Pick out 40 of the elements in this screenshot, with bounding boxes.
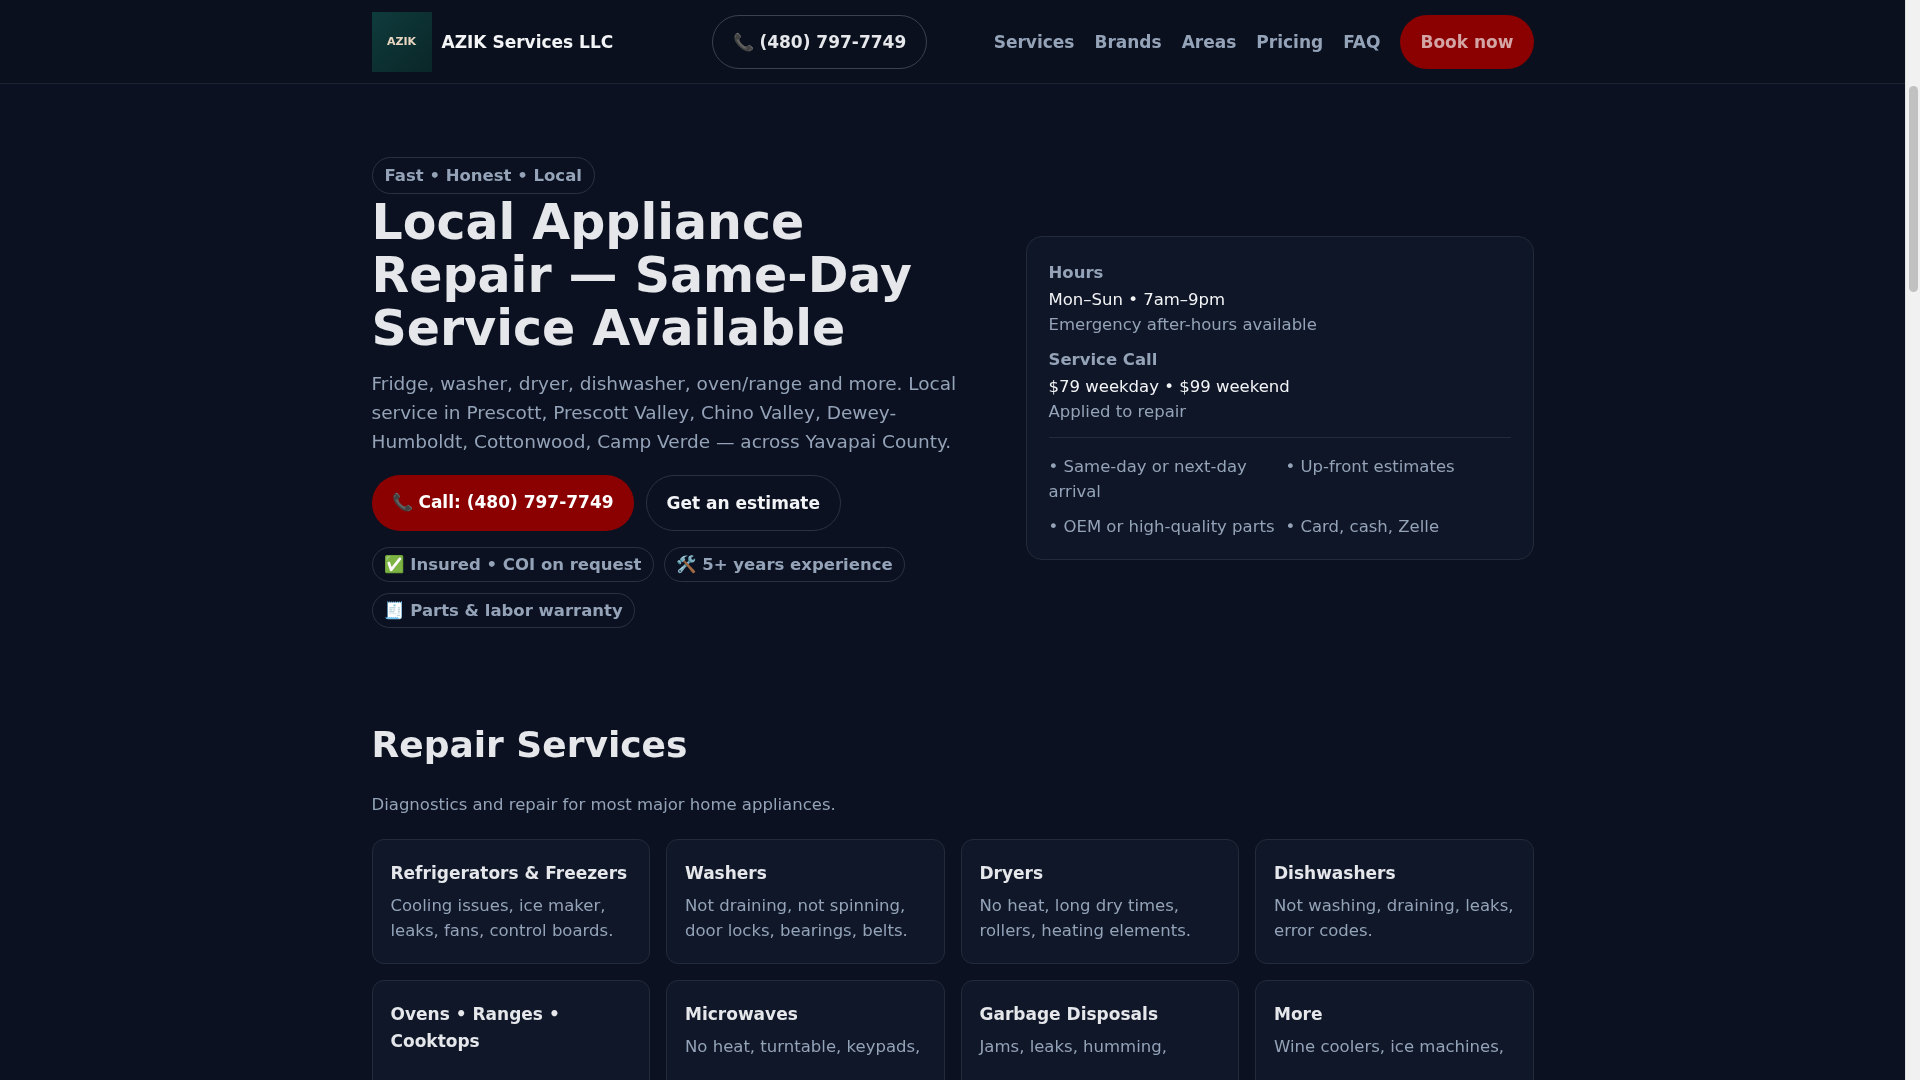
nav-link[interactable]: Services <box>993 31 1075 52</box>
feature-item: • Card, cash, Zelle <box>1285 515 1441 538</box>
service-title: Washers <box>685 862 768 885</box>
logo[interactable]: AZIK <box>371 11 432 72</box>
service-title: Dryers <box>979 862 1045 885</box>
service-description: No heat, long dry times, rollers, heating elements. <box>979 895 1193 942</box>
service-title: More <box>1274 1003 1324 1026</box>
service-title: Ovens • Ranges • Cooktops <box>390 1003 561 1053</box>
service-title: Refrigerators & Freezers <box>390 862 629 885</box>
section-subtitle: Diagnostics and repair for most major home appliances. <box>371 795 837 814</box>
nav-link[interactable]: Pricing <box>1256 31 1324 52</box>
section-title: Repair Services <box>371 724 689 765</box>
info-heading: Service Call <box>1048 349 1159 369</box>
info-value: Mon–Sun • 7am–9pm <box>1048 289 1227 309</box>
scrollbar-thumb[interactable] <box>1908 86 1918 292</box>
feature-item: • OEM or high-quality parts <box>1048 515 1276 538</box>
call-button[interactable]: 📞 Call: (480) 797-7749 <box>371 475 634 531</box>
nav-link[interactable]: Areas <box>1181 31 1237 52</box>
hero-title: Local Appliance Repair — Same-Day Service Available <box>371 196 913 355</box>
hero-description: Fridge, washer, dryer, dishwasher, oven/range and more. Local service in Prescott, Prescott Valley, Chino Valley, Dewey-Humboldt, Cottonwood, Camp Verde — across Yavapai County. <box>371 372 958 454</box>
info-heading: Hours <box>1048 262 1105 282</box>
service-description: No heat, turntable, keypads, <box>685 1036 922 1058</box>
service-description: Not washing, draining, leaks, error codes. <box>1274 895 1515 942</box>
brand-name[interactable]: AZIK Services LLC <box>441 31 614 52</box>
scrollbar[interactable] <box>1905 0 1920 1080</box>
feature-item: • Up-front estimates <box>1285 455 1456 478</box>
info-value: $79 weekday • $99 weekend <box>1048 376 1291 396</box>
nav-link[interactable]: Brands <box>1094 31 1162 52</box>
service-title: Dishwashers <box>1274 862 1397 885</box>
book-now-button[interactable]: Book now <box>1400 14 1534 69</box>
info-note: Emergency after-hours available <box>1048 314 1318 334</box>
service-title: Garbage Disposals <box>979 1003 1159 1026</box>
service-description: Jams, leaks, humming, <box>979 1036 1168 1058</box>
service-description: Not draining, not spinning, door locks, bearings, belts. <box>685 895 909 942</box>
service-description: Cooling issues, ice maker, leaks, fans, control boards. <box>390 895 615 942</box>
service-description: Wine coolers, ice machines, <box>1274 1036 1506 1058</box>
nav-link[interactable]: FAQ <box>1343 31 1381 52</box>
service-title: Microwaves <box>685 1003 799 1026</box>
feature-item: • Same-day or next-day arrival <box>1048 455 1248 503</box>
info-note: Applied to repair <box>1048 401 1188 421</box>
